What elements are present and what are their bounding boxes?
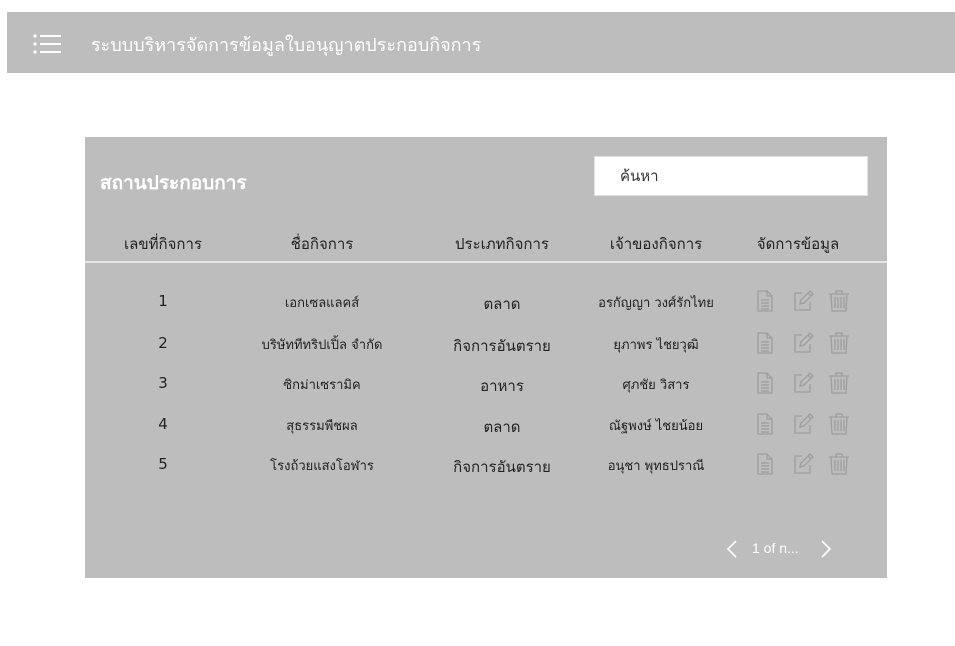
cell-owner: ยุภาพร ไชยวุฒิ [613,338,699,353]
chevron-left-icon[interactable] [725,540,739,558]
app-title: ระบบบริหารจัดการข้อมูลใบอนุญาตประกอบกิจก… [91,35,482,56]
column-header-owner: เจ้าของกิจการ [609,235,703,253]
cell-type: อาหาร [480,377,524,395]
document-icon[interactable] [753,452,777,476]
cell-owner: อรกัญญา วงศ์รักไทย [598,296,714,311]
table-row: 3 ซิกม่าเซรามิค อาหาร ศุภชัย วิสาร [85,367,887,401]
cell-type: ตลาด [483,295,521,313]
trash-icon[interactable] [827,289,851,313]
establishments-panel: สถานประกอบการ เลขที่กิจการ ชื่อกิจการ ปร… [85,137,887,578]
edit-icon[interactable] [791,331,815,355]
cell-name: สุธรรมพืชผล [286,419,358,434]
edit-icon[interactable] [791,371,815,395]
cell-id: 4 [158,415,168,433]
trash-icon[interactable] [827,331,851,355]
table-row: 4 สุธรรมพืชผล ตลาด ณัฐพงษ์ ไชยน้อย [85,408,887,442]
hamburger-menu-icon[interactable] [33,34,61,54]
pagination: 1 of n... [725,537,835,561]
search-input[interactable] [594,156,868,196]
cell-id: 5 [158,455,168,473]
document-icon[interactable] [753,412,777,436]
cell-type: ตลาด [483,418,521,436]
header-divider [85,261,887,263]
table-row: 2 บริษัททีทริปเปิ้ล จำกัด กิจการอันตราย ยุภ… [85,327,887,361]
document-icon[interactable] [753,331,777,355]
column-header-type: ประเภทกิจการ [455,235,549,253]
trash-icon[interactable] [827,412,851,436]
column-header-id: เลขที่กิจการ [124,235,202,253]
cell-name: ซิกม่าเซรามิค [283,378,361,393]
chevron-right-icon[interactable] [819,540,833,558]
cell-type: กิจการอันตราย [453,337,551,355]
column-header-actions: จัดการข้อมูล [756,235,840,253]
cell-name: บริษัททีทริปเปิ้ล จำกัด [261,338,383,353]
cell-id: 3 [158,374,168,392]
table-row: 1 เอกเซลแลคส์ ตลาด อรกัญญา วงศ์รักไทย [85,285,887,319]
cell-type: กิจการอันตราย [453,458,551,476]
edit-icon[interactable] [791,412,815,436]
cell-name: เอกเซลแลคส์ [284,296,360,311]
cell-name: โรงถ้วยแสงโอฬาร [270,459,374,474]
cell-owner: อนุชา พุทธปราณี [607,459,705,474]
trash-icon[interactable] [827,371,851,395]
document-icon[interactable] [753,371,777,395]
edit-icon[interactable] [791,452,815,476]
page-indicator: 1 of n... [752,540,799,556]
edit-icon[interactable] [791,289,815,313]
cell-id: 1 [158,292,168,310]
cell-id: 2 [158,334,168,352]
table-row: 5 โรงถ้วยแสงโอฬาร กิจการอันตราย อนุชา พุทธป… [85,448,887,482]
document-icon[interactable] [753,289,777,313]
column-header-name: ชื่อกิจการ [290,235,354,253]
cell-owner: ณัฐพงษ์ ไชยน้อย [608,419,704,434]
cell-owner: ศุภชัย วิสาร [622,378,690,393]
panel-title: สถานประกอบการ [100,172,247,194]
top-bar: ระบบบริหารจัดการข้อมูลใบอนุญาตประกอบกิจก… [7,12,955,73]
trash-icon[interactable] [827,452,851,476]
